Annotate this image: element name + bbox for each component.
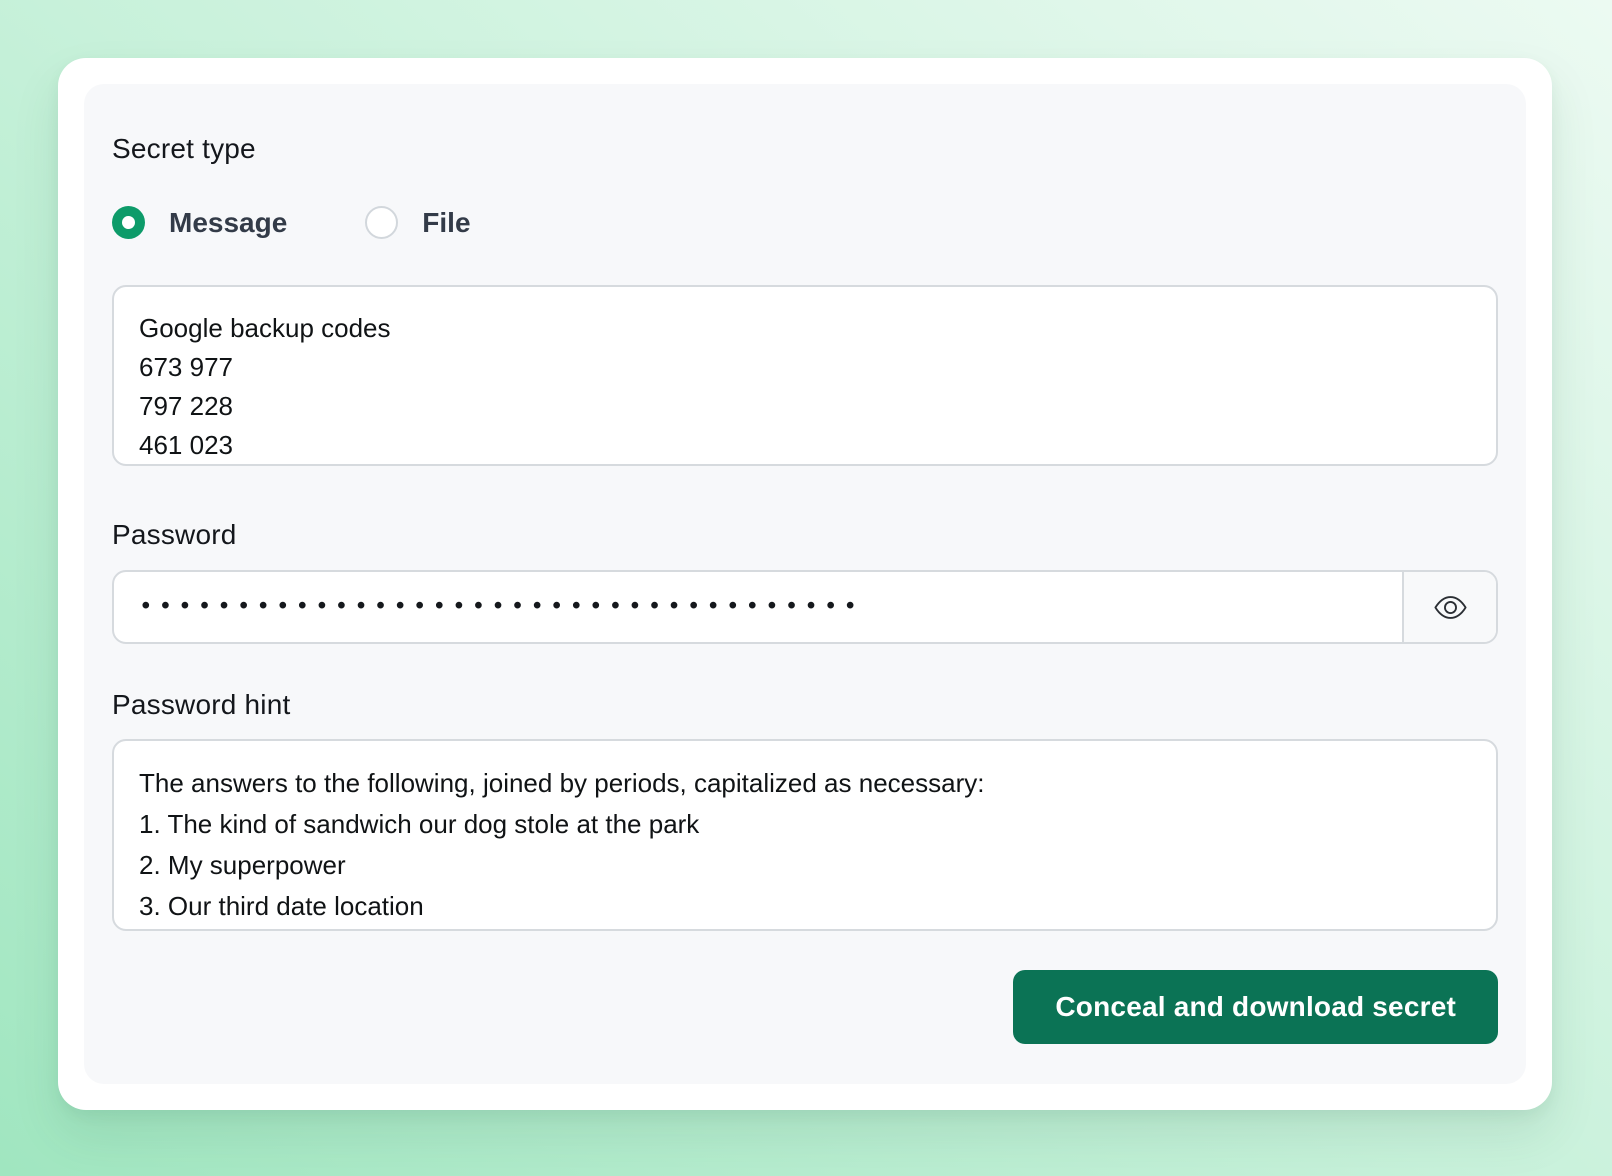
eye-icon [1432, 589, 1469, 626]
radio-option-message[interactable]: Message [112, 206, 287, 239]
radio-option-file[interactable]: File [365, 206, 470, 239]
toggle-password-visibility-button[interactable] [1402, 572, 1496, 642]
radio-selected-icon[interactable] [112, 206, 145, 239]
password-field-group [112, 570, 1498, 644]
password-hint-label: Password hint [112, 688, 1498, 722]
secret-card: Secret type Message File Google backup c… [58, 58, 1552, 1110]
radio-option-file-label[interactable]: File [422, 207, 470, 239]
secret-message-textarea[interactable]: Google backup codes 673 977 797 228 461 … [112, 285, 1498, 466]
secret-type-radio-group: Message File [112, 206, 1498, 239]
password-hint-textarea[interactable]: The answers to the following, joined by … [112, 739, 1498, 931]
page-background: Secret type Message File Google backup c… [0, 0, 1612, 1176]
conceal-download-button[interactable]: Conceal and download secret [1013, 970, 1498, 1044]
password-label: Password [112, 518, 1498, 552]
password-input[interactable] [114, 572, 1402, 642]
radio-option-message-label[interactable]: Message [169, 207, 287, 239]
radio-unselected-icon[interactable] [365, 206, 398, 239]
form-footer: Conceal and download secret [112, 970, 1498, 1044]
secret-type-label: Secret type [112, 132, 1498, 166]
secret-form-panel: Secret type Message File Google backup c… [84, 84, 1526, 1084]
